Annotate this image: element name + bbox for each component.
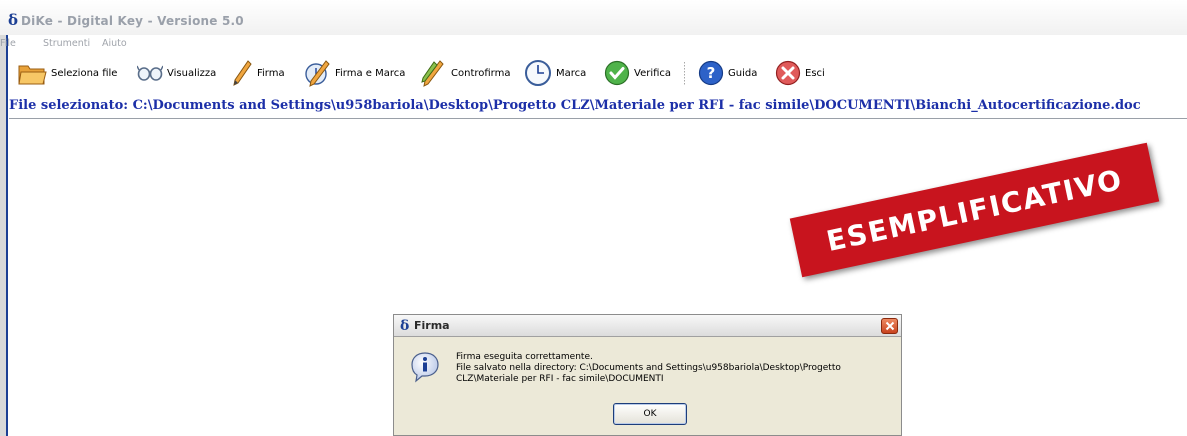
clock-icon [525,60,551,86]
marca-label: Marca [556,67,587,79]
guida-label: Guida [728,67,758,79]
svg-text:?: ? [707,64,716,82]
dialog-title-bar: δ Firma [394,315,901,337]
selected-file-path: File selezionato: C:\Documents and Setti… [9,98,1141,113]
esci-label: Esci [805,67,825,79]
seleziona-file-button[interactable]: Seleziona file [17,59,117,87]
menu-aiuto[interactable]: Aiuto [102,38,127,49]
esci-button[interactable]: Esci [775,59,825,87]
check-icon [604,60,630,86]
dialog-message: Firma eseguita correttamente. File salva… [456,352,886,385]
menu-bar: File Strumenti Aiuto [0,35,1187,55]
verifica-button[interactable]: Verifica [604,59,671,87]
guida-button[interactable]: ? Guida [698,59,757,87]
toolbar-separator [684,62,686,86]
help-icon: ? [698,60,724,86]
firma-button[interactable]: Firma [231,59,285,87]
menu-file[interactable]: File [0,38,16,49]
marca-button[interactable]: Marca [524,59,586,87]
visualizza-button[interactable]: Visualizza [137,59,216,87]
close-icon [885,321,894,331]
dialog-logo-icon: δ [400,318,410,334]
firma-e-marca-button[interactable]: Firma e Marca [303,59,405,87]
dialog-message-line1: Firma eseguita correttamente. [456,352,593,362]
dialog-message-line2: File salvato nella directory: C:\Documen… [456,363,841,373]
controfirma-label: Controfirma [451,67,511,79]
watermark-stamp: ESEMPLIFICATIVO [789,142,1160,278]
firma-dialog: δ Firma Firma eseguita correttamente. Fi… [393,314,902,436]
glasses-icon [137,65,163,81]
firma-e-marca-label: Firma e Marca [335,67,406,79]
ok-button[interactable]: OK [613,403,687,425]
header-divider [9,118,1187,119]
double-pen-icon [421,60,444,87]
window-title: DiKe - Digital Key - Versione 5.0 [21,14,244,28]
seleziona-file-label: Seleziona file [51,67,118,79]
visualizza-label: Visualizza [167,67,217,79]
exit-icon [775,60,801,86]
dike-main-window: δ DiKe - Digital Key - Versione 5.0 File… [0,0,1187,436]
dialog-title: Firma [414,319,450,332]
dialog-message-line3: CLZ\Materiale per RFI - fac simile\DOCUM… [456,374,664,384]
folder-icon [18,65,47,85]
controfirma-button[interactable]: Controfirma [419,59,510,87]
dialog-close-button[interactable] [881,318,898,334]
verifica-label: Verifica [634,67,672,79]
title-bar: δ DiKe - Digital Key - Versione 5.0 [0,0,1187,35]
pen-clock-icon [305,60,330,87]
stamp-text: ESEMPLIFICATIVO [823,162,1126,258]
dike-logo-icon: δ [8,11,19,29]
window-left-border [0,0,9,436]
toolbar: Seleziona file Visualizza Firma Firma e … [9,55,1187,91]
firma-label: Firma [257,67,285,79]
pen-icon [233,60,252,86]
info-icon [411,352,439,383]
menu-strumenti[interactable]: Strumenti [43,38,90,49]
